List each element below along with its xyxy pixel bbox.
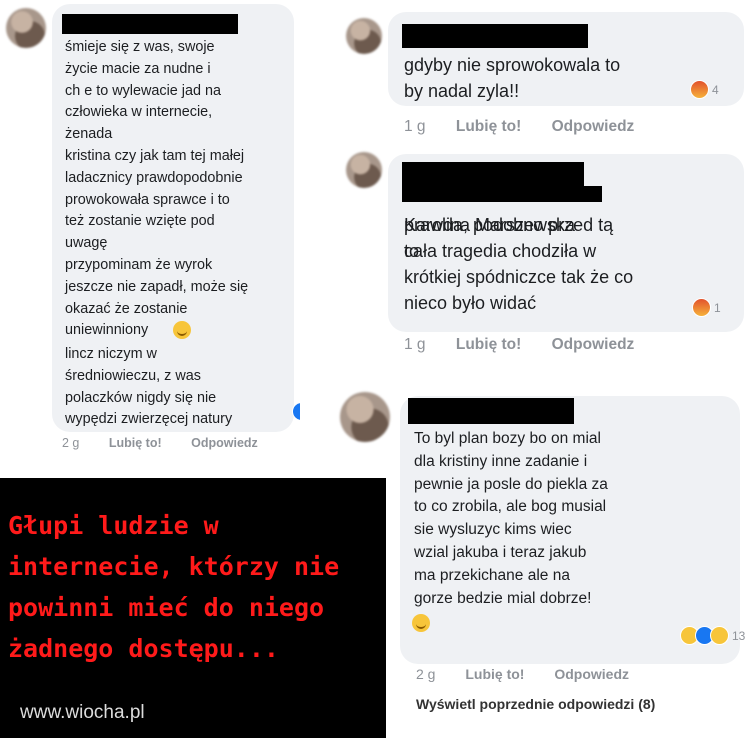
view-previous-replies-link[interactable]: Wyświetl poprzednie odpowiedzi (8) <box>416 696 655 712</box>
reaction-count: 4 <box>712 82 719 97</box>
avatar[interactable] <box>346 152 382 188</box>
comment-bubble: Karolina Marszewska to prawda, podobno p… <box>388 154 744 332</box>
wink-emoji-icon <box>173 321 191 339</box>
avatar[interactable] <box>6 8 46 48</box>
comment-text: śmieje się z was, swoje życie macie za n… <box>65 39 249 339</box>
comment-panel-1: śmieje się z was, swoje życie macie za n… <box>0 0 300 470</box>
wow-icon <box>710 626 729 645</box>
angry-icon <box>690 80 709 99</box>
comment-bubble: To byl plan bozy bo on mial dla kristiny… <box>400 396 740 664</box>
comment-text: To byl plan bozy bo on mial dla kristiny… <box>414 430 608 607</box>
timestamp: 2 g <box>416 666 436 682</box>
comment-actions: 1 g Lubię to! Odpowiedz <box>404 118 660 136</box>
comment-text: prawda, podobno przed tą cała tragedia c… <box>404 215 634 313</box>
comment-text: gdyby nie sprowokowala to by nadal zyla!… <box>404 55 621 101</box>
reply-link[interactable]: Odpowiedz <box>552 336 635 354</box>
comment-actions: 2 g Lubię to! Odpowiedz <box>416 666 655 682</box>
redacted-author-name <box>402 24 588 48</box>
timestamp: 1 g <box>404 118 426 135</box>
reaction-count: 13 <box>732 628 746 643</box>
comment-panel-4: To byl plan bozy bo on mial dla kristiny… <box>332 384 750 738</box>
comment-actions: 1 g Lubię to! Odpowiedz <box>404 336 660 354</box>
reaction-summary[interactable] <box>292 402 300 421</box>
watermark: www.wiocha.pl <box>20 702 145 723</box>
like-link[interactable]: Lubię to! <box>465 666 524 682</box>
redacted-author-name <box>402 162 584 186</box>
comment-text-continued: lincz niczym w średniowieczu, z was pola… <box>65 346 233 428</box>
reply-link[interactable]: Odpowiedz <box>554 666 629 682</box>
caption-text: Głupi ludzie w internecie, którzy nie po… <box>8 511 340 663</box>
timestamp: 1 g <box>404 336 426 353</box>
smile-emoji-icon <box>412 614 430 632</box>
reaction-summary[interactable]: 4 <box>690 80 719 99</box>
comment-bubble: śmieje się z was, swoje życie macie za n… <box>52 4 294 432</box>
angry-icon <box>692 298 711 317</box>
reaction-summary[interactable]: 13 <box>680 626 746 645</box>
reaction-count: 1 <box>714 300 721 315</box>
comment-panel-3: Karolina Marszewska to prawda, podobno p… <box>334 146 750 368</box>
redacted-mention-bar <box>402 186 602 202</box>
reply-link[interactable]: Odpowiedz <box>191 436 258 450</box>
like-link[interactable]: Lubię to! <box>456 336 521 354</box>
redacted-author-name <box>62 14 238 34</box>
timestamp: 2 g <box>62 436 80 450</box>
reaction-summary[interactable]: 1 <box>692 298 721 317</box>
comment-panel-2: gdyby nie sprowokowala to by nadal zyla!… <box>334 0 750 146</box>
like-link[interactable]: Lubię to! <box>109 436 162 450</box>
avatar[interactable] <box>340 392 390 442</box>
like-link[interactable]: Lubię to! <box>456 118 521 136</box>
redacted-author-name <box>408 398 574 424</box>
reply-link[interactable]: Odpowiedz <box>552 118 635 136</box>
comment-actions: 2 g Lubię to! Odpowiedz <box>62 436 284 450</box>
avatar[interactable] <box>346 18 382 54</box>
